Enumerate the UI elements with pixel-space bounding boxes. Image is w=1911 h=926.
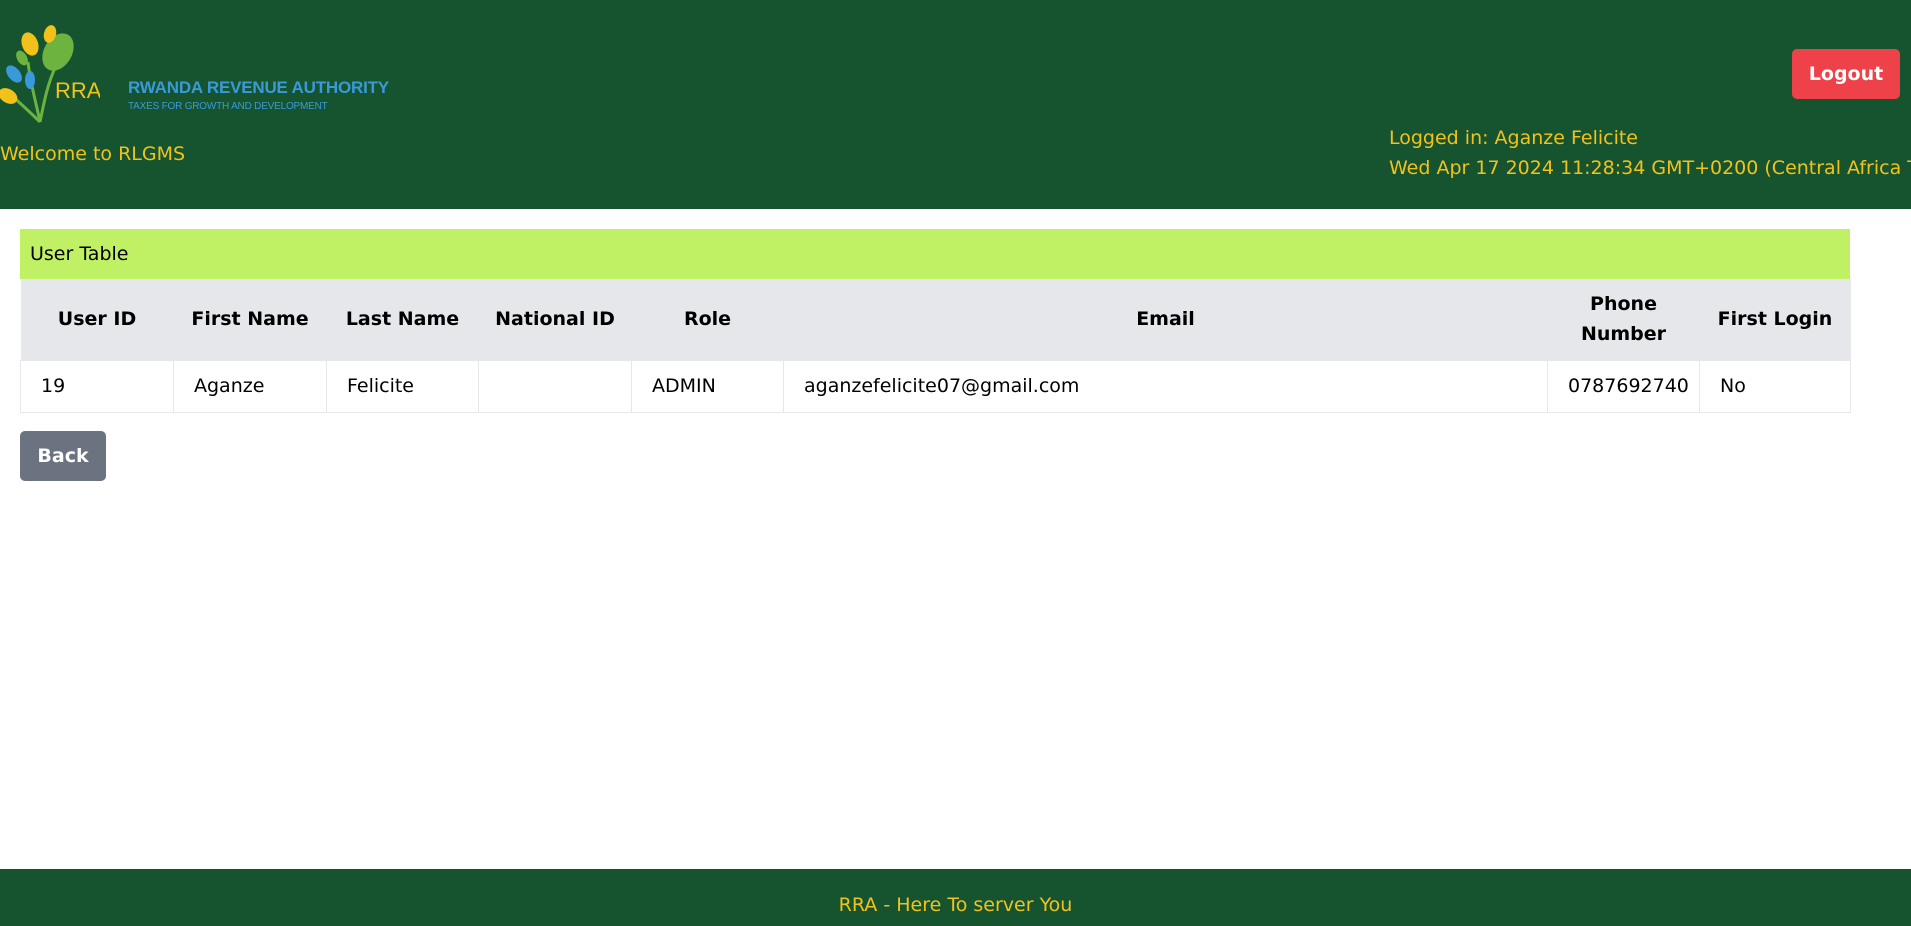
table-header-row: User ID First Name Last Name National ID… [20, 279, 1851, 360]
column-header-phone-number: Phone Number [1580, 293, 1667, 346]
footer-text: RRA - Here To server You [838, 894, 1073, 916]
user-table: User ID First Name Last Name National ID… [20, 279, 1851, 413]
cell-role: ADMIN [631, 359, 784, 413]
brand-name: RWANDA REVENUE AUTHORITY [128, 78, 389, 97]
app-header: RRA RWANDA REVENUE AUTHORITY TAXES FOR G… [0, 0, 1911, 209]
welcome-text: Welcome to RLGMS [0, 143, 186, 165]
table-title: User Table [20, 229, 1850, 279]
cell-last-name: Felicite [326, 359, 479, 413]
logged-in-user: Logged in: Aganze Felicite [1389, 127, 1638, 149]
cell-first-name: Aganze [173, 359, 327, 413]
app-footer: RRA - Here To server You [0, 869, 1911, 926]
back-button[interactable]: Back [20, 431, 106, 481]
cell-phone-number: 0787692740 [1547, 359, 1700, 413]
column-header-national-id: National ID [495, 308, 615, 331]
column-header-last-name: Last Name [345, 308, 460, 331]
column-header-email: Email [1136, 308, 1195, 331]
cell-national-id [478, 359, 632, 413]
column-header-first-login: First Login [1717, 308, 1833, 331]
cell-first-login: No [1699, 359, 1851, 413]
brand-tagline: TAXES FOR GROWTH AND DEVELOPMENT [128, 101, 328, 112]
user-table-card: User Table User ID First Name Last Name … [20, 229, 1851, 413]
rra-logo: RRA [0, 25, 100, 124]
column-header-role: Role [683, 308, 732, 331]
svg-text:RRA: RRA [55, 78, 100, 103]
column-header-user-id: User ID [57, 308, 137, 331]
cell-user-id: 19 [20, 359, 174, 413]
column-header-first-name: First Name [191, 308, 309, 331]
current-datetime: Wed Apr 17 2024 11:28:34 GMT+0200 (Centr… [1389, 157, 1911, 179]
cell-email: aganzefelicite07@gmail.com [783, 359, 1548, 413]
table-row: 19 Aganze Felicite ADMIN aganzefelicite0… [20, 359, 1851, 413]
logout-button[interactable]: Logout [1792, 49, 1900, 99]
